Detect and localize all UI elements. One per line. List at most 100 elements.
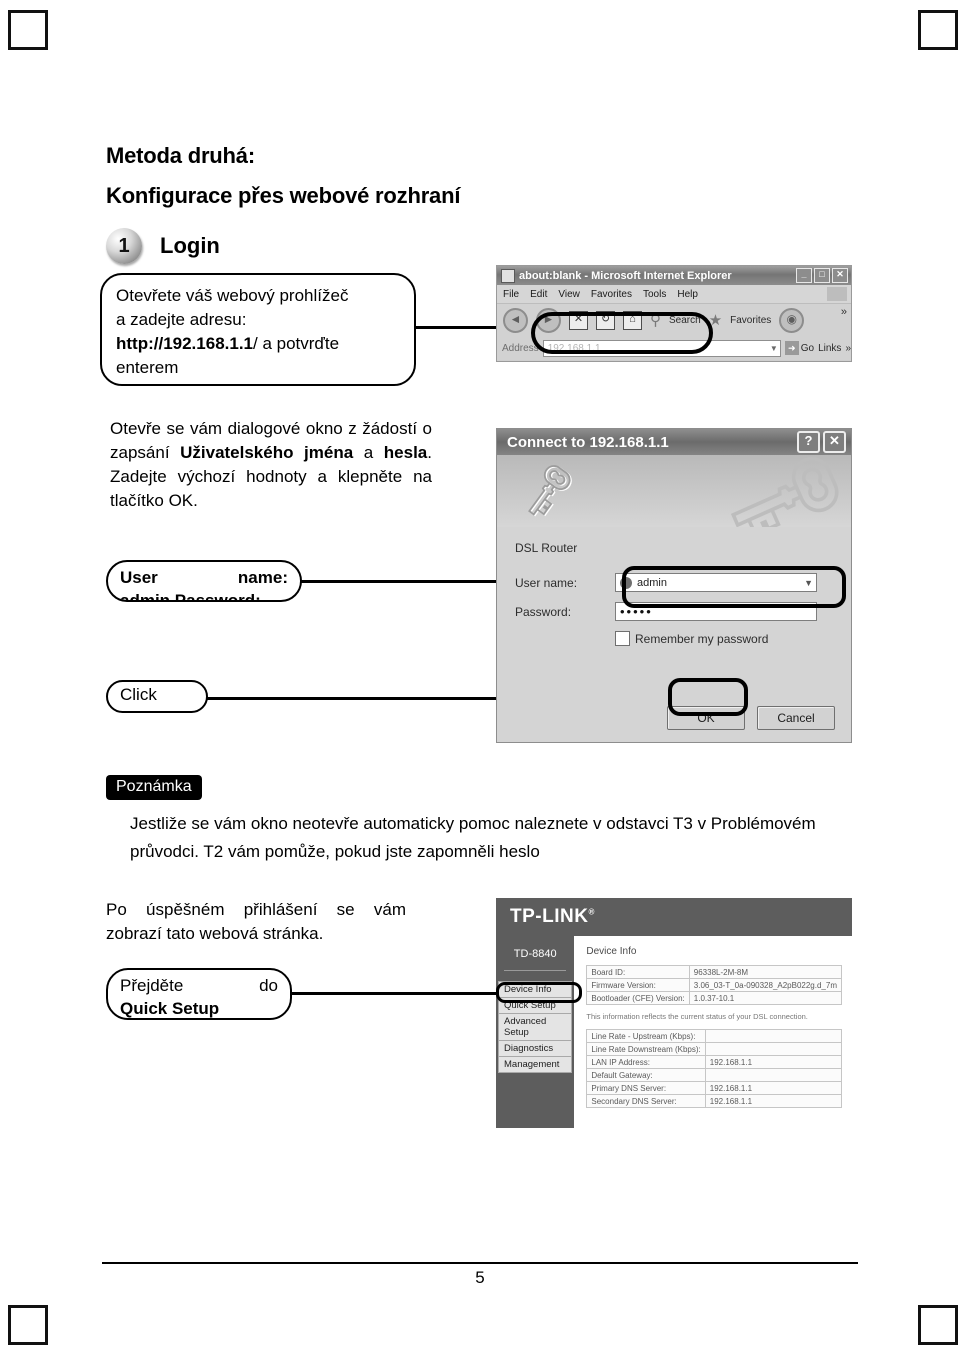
callout-credentials-text: User name: admin Password:: [120, 566, 288, 600]
connect-banner: 🗝 🗝: [497, 455, 851, 527]
callout-quick-line-1: Přejděte do: [120, 974, 278, 997]
line-rate-downstream-key: Line Rate Downstream (Kbps):: [586, 1042, 706, 1056]
line-rate-upstream-value: [704, 1029, 843, 1043]
callout-click-ok: Click: [106, 680, 208, 713]
primary-dns-key: Primary DNS Server:: [586, 1081, 706, 1095]
address-label: Address: [502, 342, 539, 354]
registration-mark-bottom-right: [918, 1305, 958, 1345]
menu-help[interactable]: Help: [677, 289, 698, 300]
remember-password-row[interactable]: Remember my password: [615, 631, 835, 646]
close-icon[interactable]: ✕: [823, 431, 846, 453]
ie-title-bar: about:blank - Microsoft Internet Explore…: [497, 266, 851, 285]
go-arrow-icon: ➜: [784, 341, 799, 355]
sidebar-item-management[interactable]: Management: [498, 1056, 573, 1073]
minimize-button[interactable]: _: [796, 268, 812, 283]
favorites-label[interactable]: Favorites: [730, 315, 771, 326]
sidebar-item-advanced-setup[interactable]: Advanced Setup: [498, 1013, 573, 1040]
tplink-logo-text: TP-LINK: [510, 906, 589, 927]
connect-title-bar: Connect to 192.168.1.1 ? ✕: [497, 429, 851, 455]
keys-watermark-icon: 🗝: [716, 455, 851, 527]
close-button[interactable]: ✕: [832, 268, 848, 283]
toolbar-overflow-icon[interactable]: »: [841, 306, 847, 318]
highlight-ok-button: [668, 678, 748, 716]
board-id-value: 96338L-2M-8M: [688, 965, 843, 979]
firmware-version-value: 3.06_03-T_0a-090328_A2pB022g.d_7m: [688, 978, 843, 992]
leader-line-quick-setup: [290, 992, 502, 995]
remember-password-checkbox[interactable]: [615, 631, 630, 646]
table-row: Board ID: 96338L-2M-8M: [586, 965, 843, 979]
registration-mark-bottom-left: [8, 1305, 48, 1345]
default-gateway-key: Default Gateway:: [586, 1068, 706, 1082]
callout-quick-setup: Přejděte do Quick Setup: [106, 968, 292, 1020]
default-gateway-value: [704, 1068, 843, 1082]
callout-credentials-word-user: User: [120, 568, 158, 587]
password-label: Password:: [515, 604, 572, 619]
links-label[interactable]: Links: [818, 343, 841, 354]
media-icon[interactable]: ◉: [779, 307, 805, 333]
menu-edit[interactable]: Edit: [530, 289, 547, 300]
router-header: TP-LINK®: [496, 898, 852, 936]
router-status-note: This information reflects the current st…: [586, 1012, 808, 1021]
table-row: Bootloader (CFE) Version: 1.0.37-10.1: [586, 991, 843, 1005]
paragraph-dialog-bold2: hesla: [383, 443, 428, 462]
menu-tools[interactable]: Tools: [643, 289, 666, 300]
paragraph-dialog-part2: a: [353, 443, 384, 462]
firmware-version-key: Firmware Version:: [586, 978, 690, 992]
callout-quick-setup-text: Přejděte do Quick Setup: [120, 974, 278, 1018]
table-row: Line Rate Downstream (Kbps):: [586, 1042, 843, 1056]
bootloader-version-value: 1.0.37-10.1: [688, 991, 843, 1005]
note-body: Jestliže se vám okno neotevře automatick…: [130, 814, 816, 861]
menu-view[interactable]: View: [558, 289, 580, 300]
step-number-badge: 1: [106, 228, 142, 264]
paragraph-dialog: Otevře se vám dialogové okno z žádostí o…: [110, 417, 432, 513]
callout-open-browser: Otevřete váš webový prohlížeč a zadejte …: [100, 273, 416, 386]
ie-window-buttons: _ □ ✕: [796, 268, 851, 283]
highlight-address-bar: [531, 312, 713, 354]
callout-line-4: enterem: [116, 358, 179, 377]
router-main: TD-8840 Device Info Quick Setup Advanced…: [496, 936, 852, 1128]
callout-open-browser-text: Otevřete váš webový prohlížeč a zadejte …: [116, 284, 400, 380]
paragraph-dialog-bold1: Uživatelského jména: [180, 443, 354, 462]
ie-logo-icon: [827, 287, 847, 301]
screenshot-router-page: TP-LINK® TD-8840 Device Info Quick Setup…: [496, 898, 852, 1128]
callout-click-ok-text: Click: [120, 685, 157, 704]
menu-file[interactable]: File: [503, 289, 519, 300]
chevron-down-icon[interactable]: ▼: [770, 344, 778, 353]
help-button[interactable]: ?: [797, 431, 820, 453]
footer-rule: [102, 1262, 858, 1264]
tplink-logo-mark: ®: [588, 907, 595, 917]
line-rate-downstream-value: [704, 1042, 843, 1056]
ie-window-title: about:blank - Microsoft Internet Explore…: [519, 269, 732, 282]
step-1-title: Login: [160, 233, 220, 258]
callout-quick-word-to: do: [259, 976, 278, 995]
links-overflow-icon[interactable]: »: [845, 343, 851, 354]
lan-ip-address-value: 192.168.1.1: [704, 1055, 843, 1069]
cancel-button[interactable]: Cancel: [757, 706, 835, 730]
line-rate-upstream-key: Line Rate - Upstream (Kbps):: [586, 1029, 706, 1043]
heading-method: Metoda druhá:: [106, 143, 255, 168]
table-row: Line Rate - Upstream (Kbps):: [586, 1029, 843, 1043]
table-row: Primary DNS Server: 192.168.1.1: [586, 1081, 843, 1095]
router-content-title: Device Info: [586, 946, 637, 957]
secondary-dns-key: Secondary DNS Server:: [586, 1094, 706, 1108]
router-sidebar: TD-8840 Device Info Quick Setup Advanced…: [496, 936, 575, 1128]
go-button[interactable]: ➜ Go: [784, 341, 815, 355]
paragraph-success: Po úspěšném přihlášení se vám zobrazí ta…: [106, 900, 406, 943]
callout-line-2: a zadejte adresu:: [116, 310, 247, 329]
sidebar-item-diagnostics[interactable]: Diagnostics: [498, 1040, 573, 1056]
note-tag: Poznámka: [106, 775, 202, 800]
callout-line-1: Otevřete váš webový prohlížeč: [116, 286, 349, 305]
maximize-button[interactable]: □: [814, 268, 830, 283]
callout-credentials-line-1: User name:: [120, 566, 288, 589]
connection-status-table: Line Rate - Upstream (Kbps): Line Rate D…: [586, 1029, 843, 1108]
registration-mark-top-left: [8, 10, 48, 50]
go-label: Go: [800, 342, 815, 354]
step-1-header: 1 Login: [106, 228, 220, 264]
table-row: Firmware Version: 3.06_03-T_0a-090328_A2…: [586, 978, 843, 992]
connect-realm-label: DSL Router: [515, 541, 578, 555]
menu-favorites[interactable]: Favorites: [591, 289, 632, 300]
highlight-username-field: [622, 566, 846, 608]
back-icon[interactable]: ◄: [503, 307, 528, 333]
table-row: Default Gateway:: [586, 1068, 843, 1082]
registration-mark-top-right: [918, 10, 958, 50]
